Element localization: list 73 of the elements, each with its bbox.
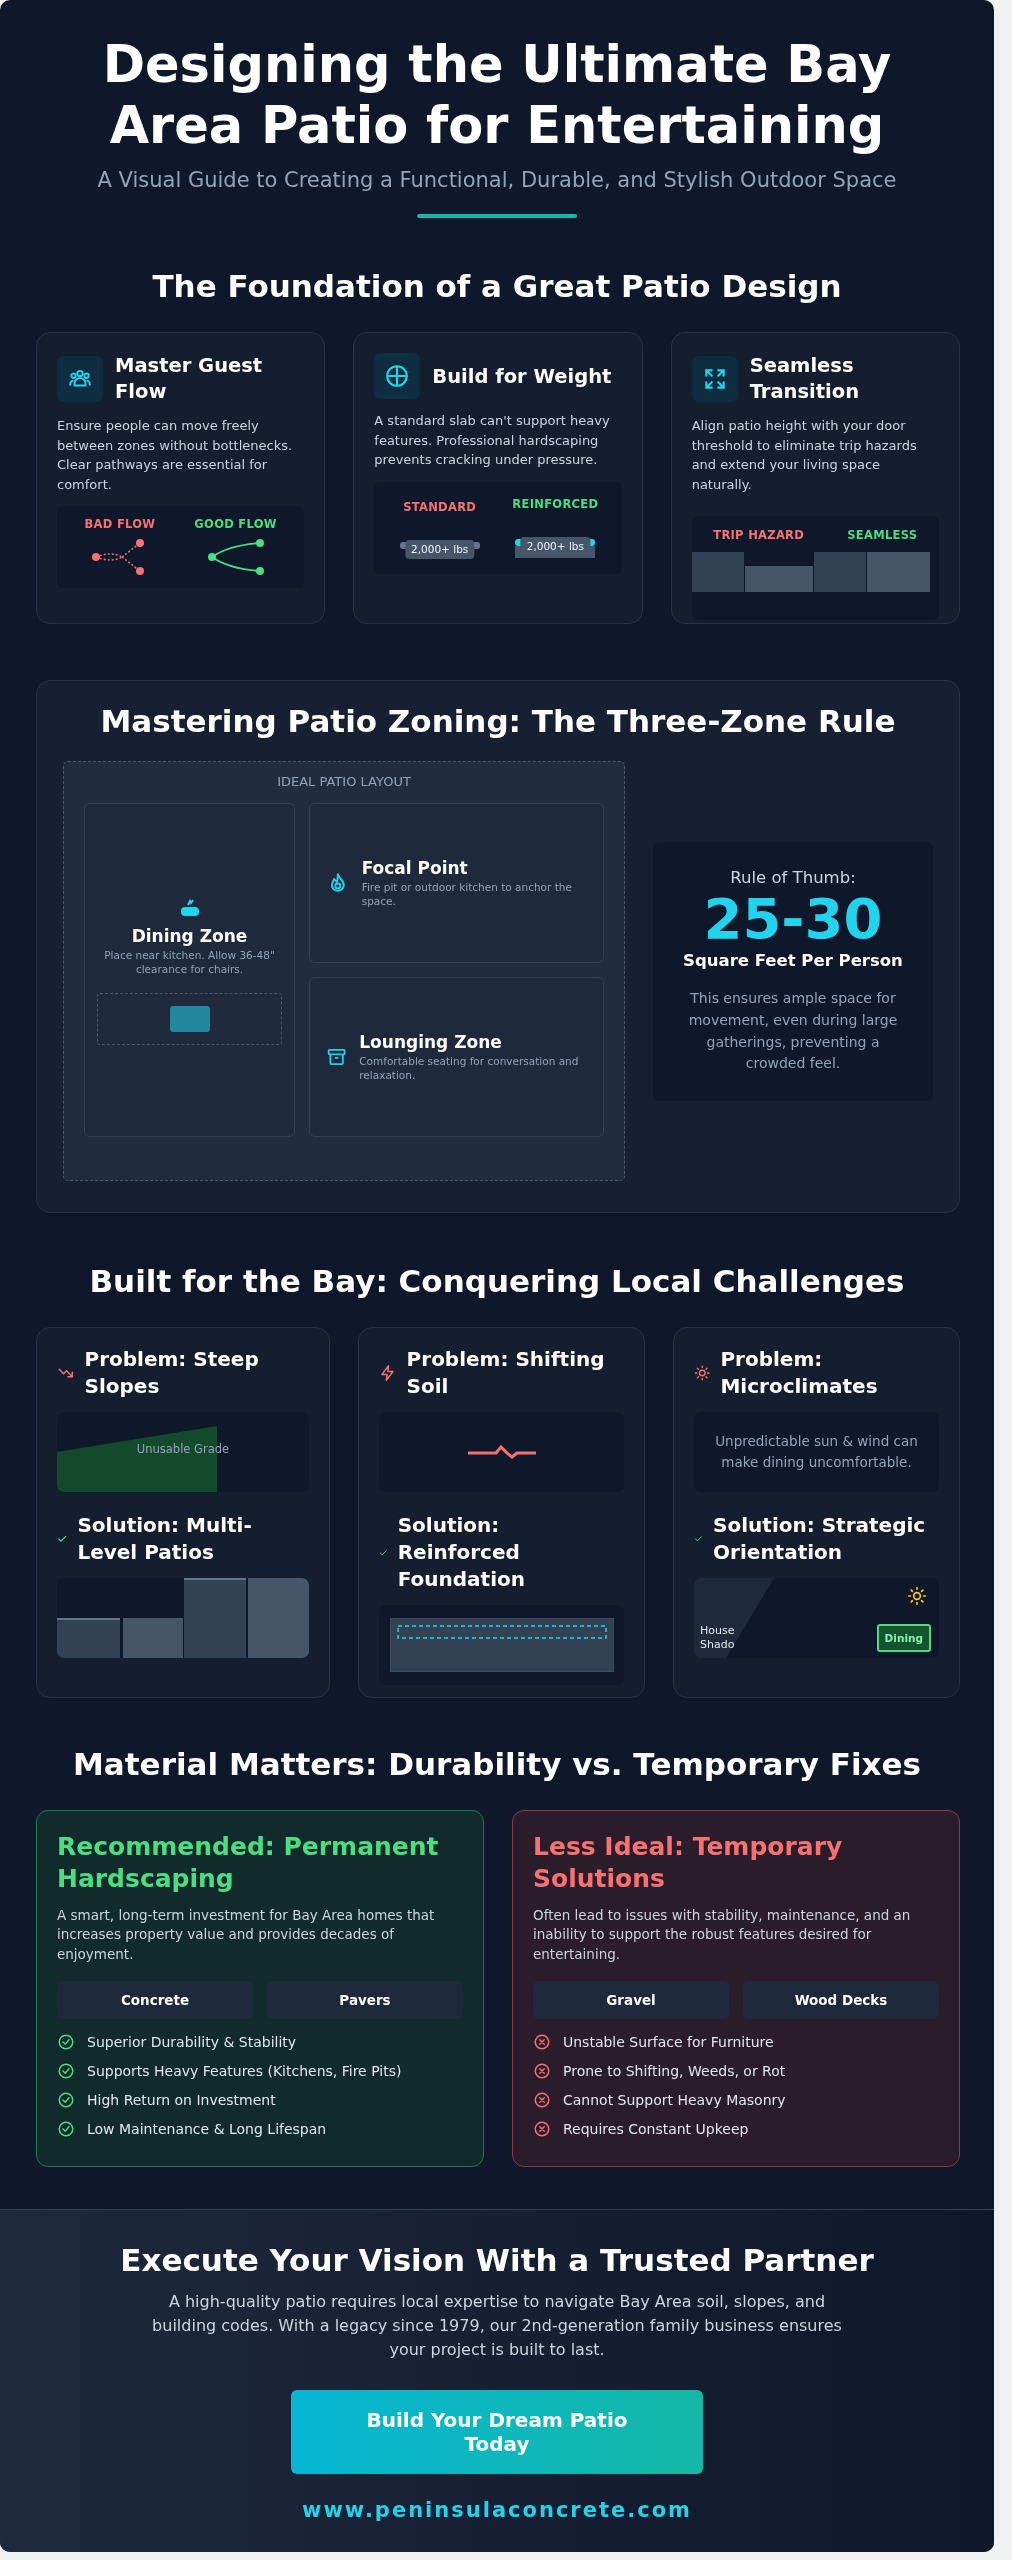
x-circle-icon [533,2061,551,2080]
dining-zone-badge: Dining [876,1624,931,1653]
card-title: Seamless Transition [749,353,861,405]
table-drawing [169,1006,210,1033]
check-circle-icon [57,2061,75,2080]
problem-text: Unpredictable sun & wind can make dining uncomfortable. [714,1432,919,1473]
point-text: Prone to Shifting, Weeds, or Rot [563,2062,786,2079]
point-text: Unstable Surface for Furniture [563,2033,774,2050]
x-circle-icon [533,2090,551,2109]
material-tag: Concrete [57,1980,253,2019]
good-flow-drawing [205,537,266,578]
x-circle-icon [533,2032,551,2051]
card-title: Less Ideal: Temporary Solutions [533,1831,844,1894]
diagram-label: REINFORCED [512,496,599,511]
card-text: Align patio height with your door threshold to eliminate trip hazards and extend your living space naturally. [691,417,918,494]
check-circle-icon [57,2032,75,2051]
problem-title: Problem: Microclimates [720,1346,879,1401]
material-tag: Gravel [533,1980,729,2019]
rule-unit: Square Feet Per Person [682,951,904,971]
section-heading: Mastering Patio Zoning: The Three-Zone Rule [99,703,897,740]
point-text: High Return on Investment [87,2091,276,2108]
point-text: Requires Constant Upkeep [563,2120,749,2137]
zone-title: Focal Point [361,857,469,878]
diagram-label: BAD FLOW [84,517,156,532]
diagram-label: TRIP HAZARD [713,528,805,543]
section-heading: Built for the Bay: Conquering Local Challenges [88,1263,906,1300]
weight-badge: 2,000+ lbs [405,539,475,559]
point-text: Superior Durability & Stability [87,2033,297,2050]
x-circle-icon [533,2119,551,2138]
material-tag: Wood Decks [743,1980,939,2019]
card-title: Build for Weight [432,363,612,390]
zone-title: Dining Zone [130,925,249,946]
card-title: Master Guest Flow [115,353,264,405]
rule-label: Rule of Thumb: [729,867,857,887]
point-text: Low Maintenance & Long Lifespan [87,2120,327,2137]
point-text: Supports Heavy Features (Kitchens, Fire Pits) [87,2062,402,2079]
card-text: Often lead to issues with stability, maintenance, and an inability to support the robust features desired for entertaining. [533,1905,912,1964]
check-circle-icon [57,2090,75,2109]
crosshair-icon [384,363,411,390]
slope-label: Unusable Grade [135,1442,231,1457]
lightning-icon [379,1363,397,1384]
solution-title: Solution: Multi-Level Patios [77,1512,253,1567]
section-heading: Execute Your Vision With a Trusted Partner [119,2242,875,2279]
zone-text: Place near kitchen. Allow 36-48" clearance for chairs. [103,947,276,978]
solution-title: Solution: Reinforced Foundation [397,1512,526,1594]
website-link[interactable]: www.peninsulaconcrete.com [40,2498,954,2523]
problem-title: Problem: Shifting Soil [406,1346,606,1401]
zone-text: Fire pit or outdoor kitchen to anchor the space. [361,879,573,910]
check-circle-icon [57,2119,75,2138]
sun-icon [907,1586,927,1607]
page-subtitle: A Visual Guide to Creating a Functional, Durable, and Stylish Outdoor Space [96,168,898,193]
card-text: A smart, long-term investment for Bay Area homes that increases property value and provides decades of enjoyment. [57,1905,436,1964]
material-tag: Pavers [267,1980,463,2019]
point-text: Cannot Support Heavy Masonry [563,2091,786,2108]
diagram-label: SEAMLESS [847,528,918,543]
zone-title: Lounging Zone [359,1031,503,1052]
shadow-label: House Shado [700,1623,736,1653]
page-title: Designing the Ultimate Bay Area Patio for Entertaining [101,34,893,157]
problem-title: Problem: Steep Slopes [84,1346,260,1401]
section-heading: The Foundation of a Great Patio Design [151,268,843,305]
diagram-label: GOOD FLOW [194,517,277,532]
layout-label: IDEAL PATIO LAYOUT [276,774,412,790]
solution-title: Solution: Strategic Orientation [713,1512,927,1567]
card-text: Ensure people can move freely between zones without bottlenecks. Clear pathways are essential for comfort. [57,417,294,494]
section-heading: Material Matters: Durability vs. Temporary Fixes [72,1746,922,1783]
card-title: Recommended: Permanent Hardscaping [57,1831,440,1894]
card-text: A standard slab can't support heavy features. Professional hardscaping prevents cracking under pressure. [374,412,611,470]
zone-text: Comfortable seating for conversation and relaxation. [359,1053,580,1084]
rule-value: 25-30 [702,886,884,952]
rule-text: This ensures ample space for movement, even during large gatherings, preventing a crowded feel. [687,989,899,1074]
diagram-label: STANDARD [403,499,477,514]
cta-text: A high-quality patio requires local expertise to navigate Bay Area soil, slopes, and building codes. With a legacy since 1979, our 2nd-generation family business ensures your project is built to last. [151,2291,843,2362]
crack-line-drawing [467,1443,536,1462]
